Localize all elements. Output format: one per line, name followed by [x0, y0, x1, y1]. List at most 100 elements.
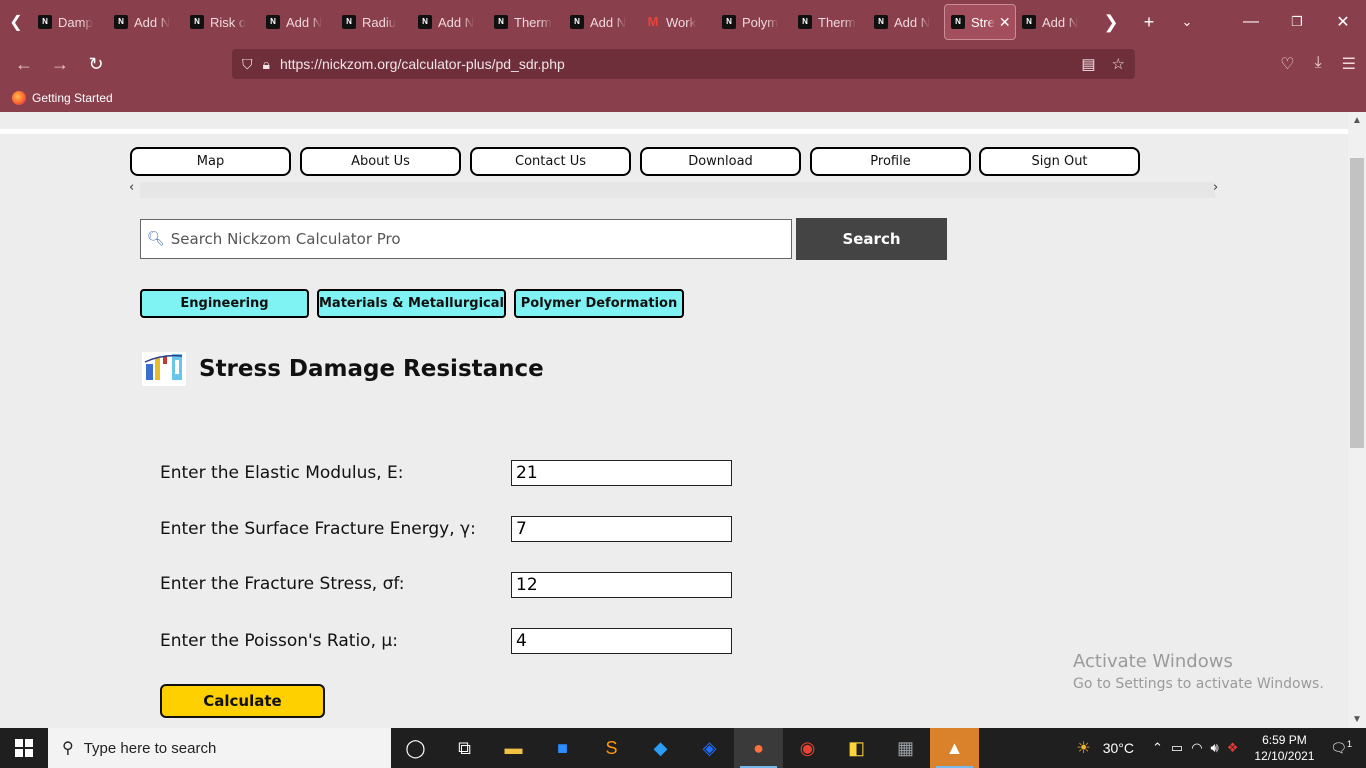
scroll-down-icon[interactable]: ▼ [1352, 714, 1362, 725]
chrome-icon[interactable]: ◉ [783, 728, 832, 768]
volume-icon[interactable]: 🔊︎ [1211, 740, 1219, 756]
restore-icon[interactable]: ❐ [1274, 14, 1320, 30]
zoom-icon[interactable]: ■ [538, 728, 587, 768]
clock[interactable]: 6:59 PM 12/10/2021 [1254, 732, 1314, 764]
menu-download-button[interactable]: Download [640, 147, 801, 176]
browser-tab[interactable]: N Damp [32, 4, 108, 40]
tab-title: Damp [58, 14, 93, 30]
menu-scroll-track[interactable] [140, 182, 1215, 198]
category-polymer-deformation-button[interactable]: Polymer Deformation [514, 289, 684, 318]
lock-icon[interactable]: 🔒︎ [263, 56, 270, 73]
start-button[interactable] [0, 728, 48, 768]
photos-icon[interactable]: ▲ [930, 728, 979, 768]
reader-view-icon[interactable]: ▤ [1081, 55, 1095, 73]
reload-icon[interactable]: ↻ [78, 54, 114, 75]
tab-title: Radiu [362, 14, 396, 30]
browser-tab[interactable]: N Add N [868, 4, 944, 40]
wifi-icon[interactable]: ◠ [1191, 740, 1202, 756]
browser-tab[interactable]: N Therm [488, 4, 564, 40]
minimize-icon[interactable]: — [1228, 13, 1274, 31]
browser-tab[interactable]: N Add N [260, 4, 336, 40]
menu-map-button[interactable]: Map [130, 147, 291, 176]
browser-tab[interactable]: N Stre ✕ [944, 4, 1016, 40]
menu-contact-us-button[interactable]: Contact Us [470, 147, 631, 176]
browser-tab[interactable]: N Add N [1016, 4, 1092, 40]
menu-scroll-right-icon[interactable]: › [1213, 180, 1218, 195]
pocket-icon[interactable]: ♡ [1280, 54, 1294, 74]
scrollbar-thumb[interactable] [1350, 158, 1364, 448]
forward-icon[interactable]: → [42, 54, 78, 75]
battery-icon[interactable]: ▭ [1171, 740, 1183, 756]
back-icon[interactable]: ← [6, 54, 42, 75]
category-materials-button[interactable]: Materials & Metallurgical [317, 289, 506, 318]
watermark-title: Activate Windows [1073, 651, 1233, 672]
surface-fracture-energy-label: Enter the Surface Fracture Energy, γ: [160, 519, 476, 539]
nickzom-favicon-icon: N [798, 15, 812, 29]
browser-tab[interactable]: M Work [640, 4, 716, 40]
nickzom-favicon-icon: N [38, 15, 52, 29]
surface-fracture-energy-input[interactable] [511, 516, 732, 542]
menu-icon[interactable]: ☰ [1342, 54, 1356, 74]
search-button[interactable]: Search [796, 218, 947, 260]
nickzom-favicon-icon: N [951, 15, 965, 29]
menu-scroll-left-icon[interactable]: ‹ [129, 180, 134, 195]
task-view-icon[interactable]: ⧉ [440, 728, 489, 768]
tab-close-icon[interactable]: ✕ [999, 14, 1011, 31]
browser-tab[interactable]: N Add N [564, 4, 640, 40]
tab-scroll-right-icon[interactable]: ❯ [1092, 12, 1130, 33]
tab-list: N Damp N Add N N Risk o N Add N N Radiu N Add N N The… [32, 4, 1092, 40]
category-engineering-button[interactable]: Engineering [140, 289, 309, 318]
bookmark-star-icon[interactable]: ☆ [1112, 55, 1125, 73]
page-scrollbar[interactable]: ▲ ▼ [1348, 112, 1366, 728]
page-content: Map About Us Contact Us Download Profile… [0, 112, 1348, 728]
url-bar[interactable]: ⛉ 🔒︎ https://nickzom.org/calculator-plus… [232, 49, 1135, 79]
show-hidden-icons-icon[interactable]: ⌃ [1152, 740, 1163, 756]
browser-tab[interactable]: N Risk o [184, 4, 260, 40]
downloads-icon[interactable]: ⤓ [1315, 54, 1322, 74]
search-input[interactable]: 🔍︎ Search Nickzom Calculator Pro [140, 219, 792, 259]
calculator-icon[interactable]: ▦ [881, 728, 930, 768]
cortana-icon[interactable]: ◯ [391, 728, 440, 768]
gmail-icon: M [647, 14, 659, 29]
tab-title: Therm [818, 14, 856, 30]
sublime-text-icon[interactable]: S [587, 728, 636, 768]
new-tab-icon[interactable]: + [1130, 12, 1168, 33]
python-icon[interactable]: ◧ [832, 728, 881, 768]
weather-icon[interactable]: ☀ [1076, 738, 1090, 758]
menu-sign-out-button[interactable]: Sign Out [979, 147, 1140, 176]
calculate-button[interactable]: Calculate [160, 684, 325, 718]
close-window-icon[interactable]: ✕ [1320, 12, 1366, 32]
calculator-logo-icon [142, 352, 186, 386]
dropbox-tray-icon[interactable]: ❖ [1227, 740, 1239, 756]
menu-profile-button[interactable]: Profile [810, 147, 971, 176]
browser-tab[interactable]: N Polym [716, 4, 792, 40]
bookmark-getting-started[interactable]: Getting Started [32, 91, 113, 105]
url-text[interactable]: https://nickzom.org/calculator-plus/pd_s… [280, 56, 565, 72]
scroll-up-icon[interactable]: ▲ [1352, 115, 1362, 126]
bookmarks-bar: Getting Started [0, 84, 1366, 112]
tab-scroll-left-icon[interactable]: ❮ [0, 0, 32, 44]
elastic-modulus-input[interactable] [511, 460, 732, 486]
browser-tab[interactable]: N Radiu [336, 4, 412, 40]
fracture-stress-input[interactable] [511, 572, 732, 598]
poissons-ratio-input[interactable] [511, 628, 732, 654]
header-divider [0, 129, 1348, 134]
file-explorer-icon[interactable]: ▬ [489, 728, 538, 768]
nickzom-favicon-icon: N [418, 15, 432, 29]
nickzom-favicon-icon: N [722, 15, 736, 29]
browser-tab[interactable]: N Add N [412, 4, 488, 40]
nickzom-favicon-icon: N [114, 15, 128, 29]
browser-tab[interactable]: N Therm [792, 4, 868, 40]
search-icon: ⚲ [62, 740, 74, 757]
taskbar-search-input[interactable]: ⚲ Type here to search [48, 728, 391, 768]
menu-about-us-button[interactable]: About Us [300, 147, 461, 176]
firefox-taskbar-icon[interactable]: ● [734, 728, 783, 768]
nickzom-favicon-icon: N [874, 15, 888, 29]
vscode-icon[interactable]: ◆ [636, 728, 685, 768]
browser-tab[interactable]: N Add N [108, 4, 184, 40]
list-tabs-icon[interactable]: ⌄ [1168, 14, 1206, 30]
dropbox-icon[interactable]: ◈ [685, 728, 734, 768]
tracking-shield-icon[interactable]: ⛉ [242, 56, 253, 73]
notifications-icon[interactable]: 🗨︎1 [1330, 739, 1352, 756]
temperature[interactable]: 30°C [1103, 740, 1134, 756]
